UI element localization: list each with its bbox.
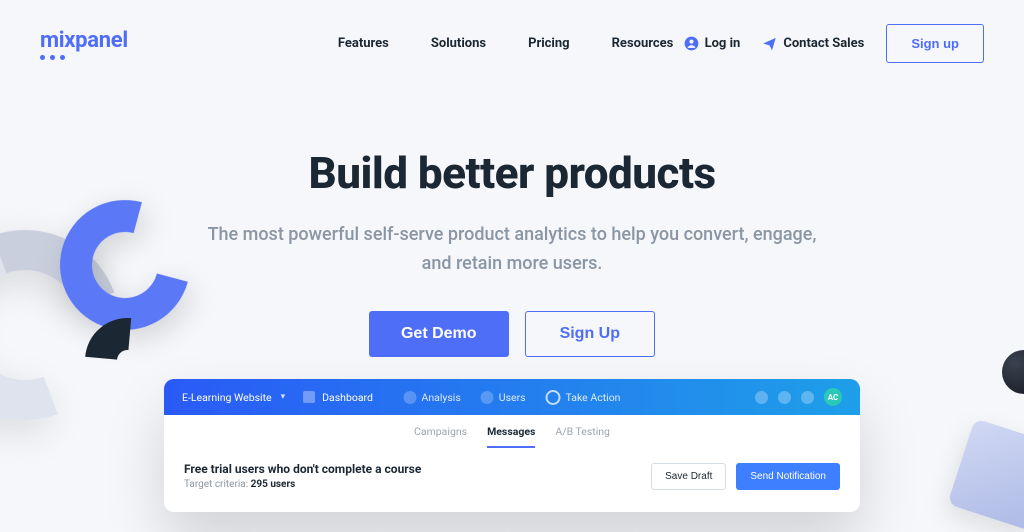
dashboard-icon (303, 391, 315, 403)
nav-pricing[interactable]: Pricing (528, 36, 570, 51)
app-tabs: Campaigns Messages A/B Testing (164, 415, 860, 448)
app-breadcrumb[interactable]: Dashboard (303, 391, 373, 404)
save-draft-button[interactable]: Save Draft (651, 463, 726, 490)
users-icon (481, 391, 494, 404)
contact-sales-link[interactable]: Contact Sales (762, 36, 864, 51)
contact-sales-label: Contact Sales (783, 36, 864, 51)
login-link[interactable]: Log in (684, 36, 741, 51)
site-header: mixpanel Features Solutions Pricing Reso… (0, 0, 1024, 63)
hero-cta-row: Get Demo Sign Up (0, 311, 1024, 357)
nav-resources[interactable]: Resources (612, 36, 674, 51)
logo[interactable]: mixpanel (40, 28, 128, 60)
app-nav-take-action-label: Take Action (566, 391, 621, 404)
app-breadcrumb-label: Dashboard (322, 391, 373, 404)
tab-messages[interactable]: Messages (487, 425, 535, 448)
message-target-criteria: Target criteria: 295 users (184, 479, 421, 490)
decorative-cube (947, 418, 1024, 531)
app-message-meta: Free trial users who don't complete a co… (184, 462, 421, 490)
send-notification-button[interactable]: Send Notification (736, 463, 840, 490)
tab-ab-testing[interactable]: A/B Testing (555, 425, 610, 448)
bell-icon[interactable] (778, 391, 791, 404)
app-nav-take-action[interactable]: Take Action (546, 390, 621, 405)
app-topbar-right: AC (755, 388, 842, 406)
app-message-header: Free trial users who don't complete a co… (164, 448, 860, 512)
signup-hero-button[interactable]: Sign Up (525, 311, 655, 357)
app-project-name: E-Learning Website (182, 391, 272, 404)
nav-solutions[interactable]: Solutions (431, 36, 486, 51)
app-nav-users-label: Users (499, 391, 526, 404)
primary-nav: Features Solutions Pricing Resources (338, 36, 674, 51)
app-nav-analysis-label: Analysis (422, 391, 461, 404)
app-preview: E-Learning Website ▾ Dashboard Analysis … (164, 379, 860, 512)
analysis-icon (404, 391, 417, 404)
logo-dots-icon (40, 55, 128, 60)
app-project-switcher[interactable]: E-Learning Website ▾ (182, 391, 285, 404)
app-message-actions: Save Draft Send Notification (651, 463, 840, 490)
app-center-nav: Analysis Users Take Action (404, 390, 621, 405)
take-action-icon (546, 390, 561, 405)
header-actions: Log in Contact Sales Sign up (684, 24, 984, 63)
app-topbar: E-Learning Website ▾ Dashboard Analysis … (164, 379, 860, 415)
chevron-down-icon: ▾ (281, 392, 286, 402)
login-label: Log in (705, 36, 741, 51)
gear-icon[interactable] (801, 391, 814, 404)
hero-subhead: The most powerful self-serve product ana… (192, 221, 832, 279)
user-icon (684, 36, 699, 51)
message-title: Free trial users who don't complete a co… (184, 462, 421, 476)
criteria-label: Target criteria: (184, 479, 248, 490)
decorative-sphere (1002, 350, 1024, 394)
get-demo-button[interactable]: Get Demo (369, 311, 509, 357)
apps-grid-icon[interactable] (755, 391, 768, 404)
tab-campaigns[interactable]: Campaigns (414, 425, 467, 448)
signup-button[interactable]: Sign up (886, 24, 984, 63)
app-nav-users[interactable]: Users (481, 390, 526, 405)
nav-features[interactable]: Features (338, 36, 389, 51)
hero-headline: Build better products (0, 147, 1024, 199)
criteria-value: 295 users (251, 479, 296, 490)
hero: Build better products The most powerful … (0, 147, 1024, 357)
send-icon (762, 36, 777, 51)
avatar[interactable]: AC (824, 388, 842, 406)
logo-text: mixpanel (40, 28, 128, 53)
app-nav-analysis[interactable]: Analysis (404, 390, 461, 405)
